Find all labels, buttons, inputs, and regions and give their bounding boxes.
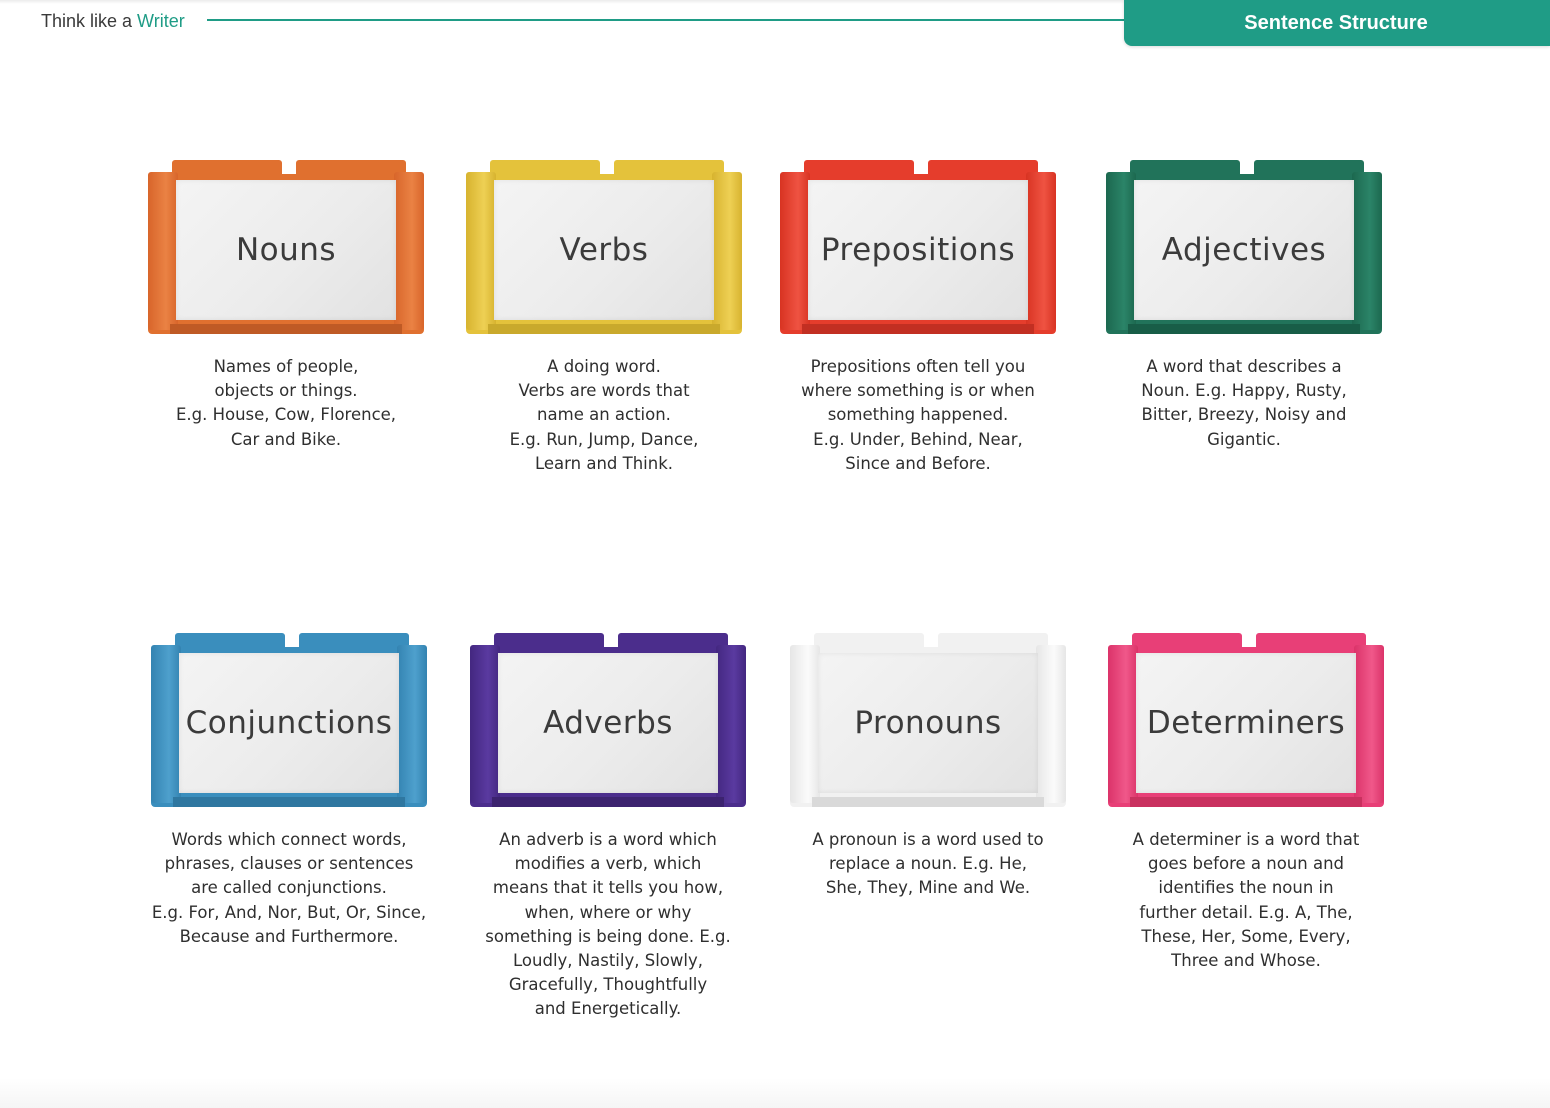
section-title: Sentence Structure <box>1244 11 1428 34</box>
card-description: Prepositions often tell you where someth… <box>801 357 1035 473</box>
brand-accent: Writer <box>137 11 185 31</box>
footer-band <box>0 1078 1550 1108</box>
card-description: A pronoun is a word used to replace a no… <box>812 830 1044 898</box>
header-divider <box>207 19 1127 21</box>
brick-conjunctions: Conjunctions <box>151 633 427 807</box>
brick-nouns: Nouns <box>148 160 424 334</box>
brick-pronouns: Pronouns <box>790 633 1066 807</box>
card-description: A determiner is a word that goes before … <box>1132 830 1360 971</box>
brand-logo[interactable]: Think like a Writer <box>41 11 185 32</box>
card-title: Nouns <box>235 232 337 268</box>
card-title: Pronouns <box>854 705 1002 741</box>
card-description: A word that describes a Noun. E.g. Happy… <box>1141 357 1347 449</box>
brick-determiners: Determiners <box>1108 633 1384 807</box>
card-title: Adjectives <box>1161 232 1327 268</box>
brick-adverbs: Adverbs <box>470 633 746 807</box>
card-prepositions[interactable]: Prepositions Prepositions often tell you… <box>768 160 1068 476</box>
card-nouns[interactable]: Nouns Names of people, objects or things… <box>136 160 436 452</box>
brick-adjectives: Adjectives <box>1106 160 1382 334</box>
card-verbs[interactable]: Verbs A doing word. Verbs are words that… <box>454 160 754 476</box>
card-title: Determiners <box>1146 705 1346 741</box>
card-description: An adverb is a word which modifies a ver… <box>485 830 731 1019</box>
brand-prefix: Think like a <box>41 11 138 31</box>
section-tab[interactable]: Sentence Structure <box>1124 0 1550 46</box>
brick-verbs: Verbs <box>466 160 742 334</box>
card-title: Verbs <box>559 232 649 268</box>
brick-prepositions: Prepositions <box>780 160 1056 334</box>
card-adjectives[interactable]: Adjectives A word that describes a Noun.… <box>1094 160 1394 452</box>
card-adverbs[interactable]: Adverbs An adverb is a word which modifi… <box>458 633 758 1022</box>
card-description: Names of people, objects or things. E.g.… <box>175 357 397 449</box>
card-title: Prepositions <box>820 232 1016 268</box>
card-conjunctions[interactable]: Conjunctions Words which connect words, … <box>139 633 439 949</box>
card-description: Words which connect words, phrases, clau… <box>151 830 427 946</box>
card-description: A doing word. Verbs are words that name … <box>509 357 699 473</box>
card-determiners[interactable]: Determiners A determiner is a word that … <box>1096 633 1396 973</box>
card-title: Adverbs <box>543 705 673 741</box>
card-title: Conjunctions <box>185 705 393 741</box>
card-pronouns[interactable]: Pronouns A pronoun is a word used to rep… <box>778 633 1078 901</box>
